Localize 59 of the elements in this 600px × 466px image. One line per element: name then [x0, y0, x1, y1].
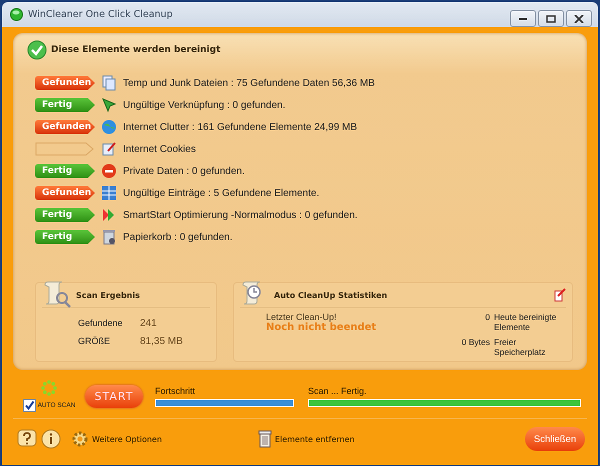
cursor-icon: [101, 97, 117, 113]
arrows-icon: [101, 207, 117, 223]
item-text: Papierkorb : 0 gefunden.: [123, 232, 233, 242]
item-text: Ungültige Einträge : 5 Gefundene Elemente.: [123, 188, 320, 198]
status-label: Fertig: [35, 98, 95, 112]
progress-label: Scan ... Fertig.: [308, 386, 368, 396]
item-text: Internet Clutter : 161 Gefundene Elemente 24,99 MB: [123, 122, 358, 132]
auto-scan-checkbox[interactable]: [22, 399, 36, 412]
stat-value: 241: [140, 318, 158, 329]
maximize-button[interactable]: [538, 10, 564, 27]
item-text: Temp und Junk Dateien : 75 Gefundene Daten 56,36 MB: [123, 78, 375, 88]
gear-icon: [71, 430, 89, 448]
item-text: Internet Cookies: [123, 144, 196, 154]
stop-icon: [101, 163, 117, 179]
minimize-button[interactable]: [510, 10, 536, 27]
last-cleanup-label: Letzter Clean-Up!: [266, 312, 338, 322]
status-label: Gefunden: [35, 186, 95, 200]
stat-value: 0: [484, 312, 490, 322]
stat-label: Freier Speicherplatz: [494, 337, 547, 357]
globe-icon: [101, 119, 117, 135]
info-button[interactable]: [41, 429, 61, 449]
trash-icon: [101, 229, 117, 245]
spinner-icon: [41, 380, 57, 396]
panel-title: Auto CleanUp Statistiken: [274, 290, 388, 300]
window-title: WinCleaner One Click Cleanup: [28, 9, 174, 20]
close-icon: [574, 14, 584, 22]
stat-label: GRÖßE: [78, 336, 112, 347]
last-cleanup-status: Noch nicht beendet: [266, 322, 376, 333]
panel-title: Scan Ergebnis: [76, 290, 140, 300]
section-title: Diese Elemente werden bereinigt: [51, 45, 220, 55]
close-button[interactable]: [566, 10, 592, 27]
status-label: Fertig: [35, 230, 95, 244]
grid-icon: [101, 185, 117, 201]
remove-items-label: Elemente entfernen: [274, 434, 355, 444]
help-button[interactable]: [17, 429, 37, 449]
stat-label: Gefundene: [78, 318, 124, 329]
stat-label: Heute bereinigte Elemente: [494, 312, 558, 332]
stat-value: 81,35 MB: [140, 336, 184, 347]
minimize-icon: [519, 18, 527, 20]
maximize-icon: [546, 14, 556, 22]
item-text: SmartStart Optimierung -Normalmodus : 0 gefunden.: [123, 210, 358, 220]
item-text: Private Daten : 0 gefunden.: [123, 166, 245, 176]
files-icon: [101, 75, 117, 91]
options-label: Weitere Optionen: [92, 434, 162, 444]
progress-label: Fortschritt: [155, 386, 196, 396]
options-link[interactable]: Weitere Optionen: [71, 430, 162, 448]
edit-button[interactable]: [552, 288, 566, 302]
status-label: Fertig: [35, 164, 95, 178]
document-icon: [101, 141, 117, 157]
scroll-icon: [42, 281, 72, 309]
status-label: Gefunden: [35, 120, 95, 134]
status-label: Fertig: [35, 208, 95, 222]
remove-items-link[interactable]: Elemente entfernen: [258, 430, 355, 448]
app-icon: [10, 8, 23, 21]
stat-value: 0 Bytes: [460, 337, 490, 347]
check-icon: [27, 40, 47, 60]
item-text: Ungültige Verknüpfung : 0 gefunden.: [123, 100, 286, 110]
status-label: Gefunden: [35, 76, 95, 90]
trash-icon: [258, 430, 272, 448]
